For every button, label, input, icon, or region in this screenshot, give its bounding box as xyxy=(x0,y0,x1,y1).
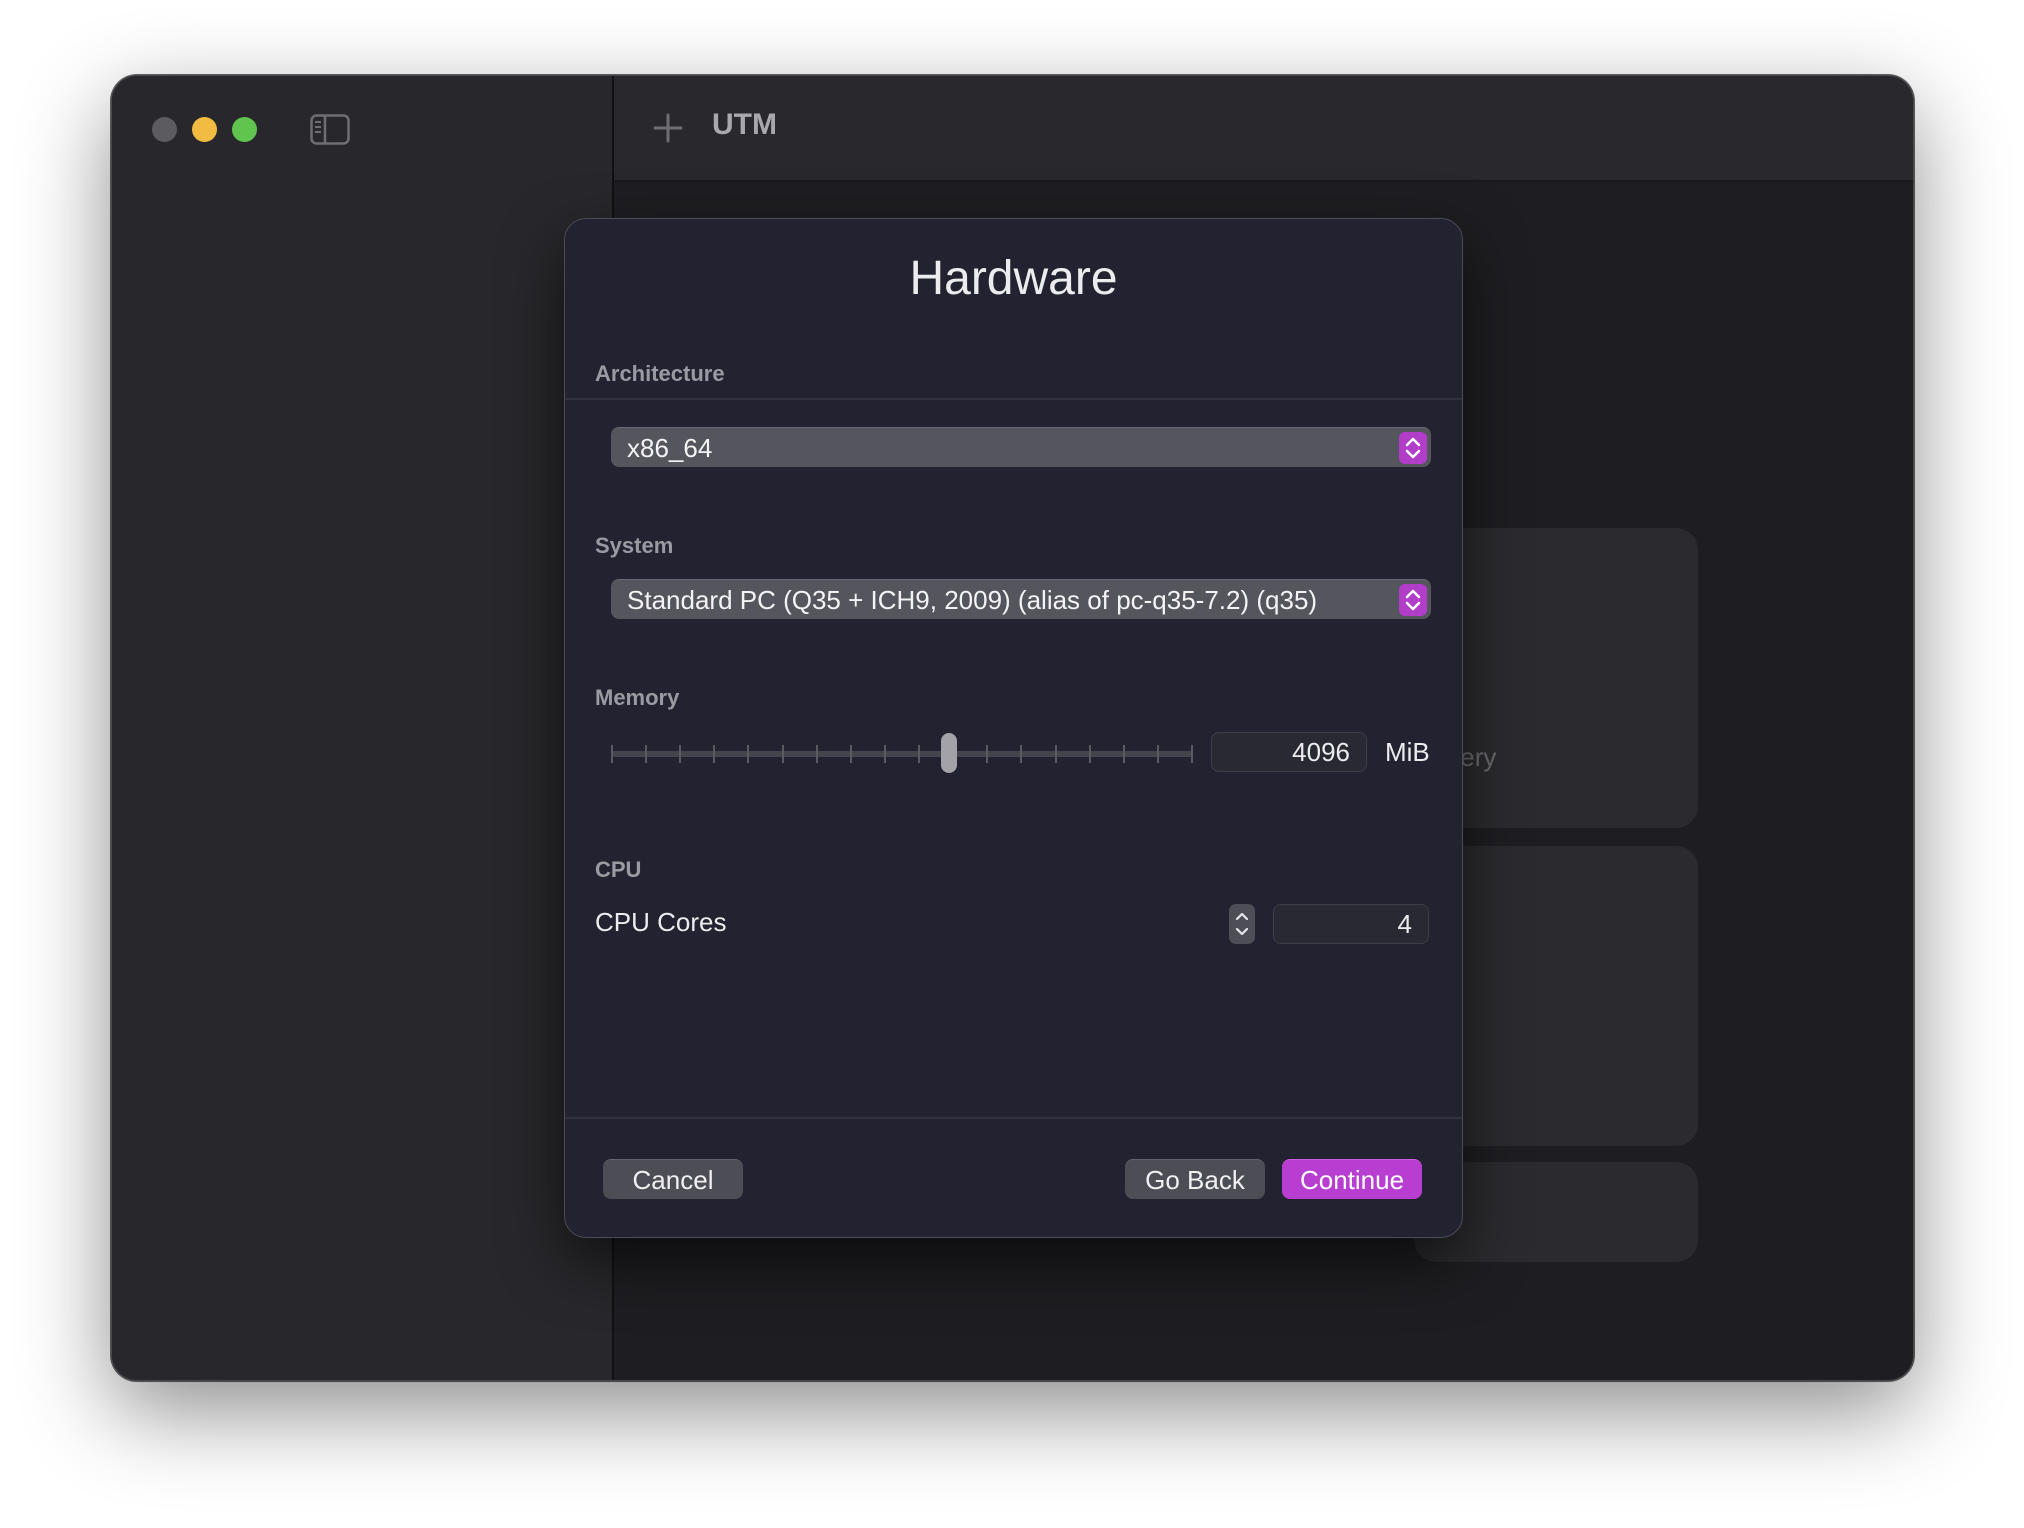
architecture-popup[interactable]: x86_64 xyxy=(611,427,1431,467)
window-close-button[interactable] xyxy=(152,117,177,142)
window-zoom-button[interactable] xyxy=(232,117,257,142)
memory-slider-tick xyxy=(611,745,613,763)
memory-slider-tick xyxy=(849,745,852,763)
memory-slider[interactable] xyxy=(611,751,1193,757)
cpu-cores-field[interactable]: 4 xyxy=(1273,904,1429,944)
go-back-button[interactable]: Go Back xyxy=(1125,1159,1265,1199)
utm-window: UTM Gallery t Hardware Architecture x86_… xyxy=(111,75,1914,1381)
app-title: UTM xyxy=(712,108,777,141)
cancel-button[interactable]: Cancel xyxy=(603,1159,743,1199)
architecture-popup-value: x86_64 xyxy=(627,433,713,463)
memory-unit-label: MiB xyxy=(1385,737,1430,767)
memory-slider-tick xyxy=(815,745,818,763)
cpu-cores-label: CPU Cores xyxy=(595,907,727,937)
architecture-section-label: Architecture xyxy=(595,361,725,386)
memory-slider-tick xyxy=(883,745,886,763)
memory-slider-tick xyxy=(747,745,750,763)
chevron-up-down-icon xyxy=(1399,584,1427,616)
footer-divider xyxy=(565,1117,1462,1119)
memory-slider-tick xyxy=(1020,745,1023,763)
cpu-section-label: CPU xyxy=(595,857,642,882)
memory-slider-tick xyxy=(713,745,716,763)
memory-slider-tick xyxy=(1191,745,1193,763)
cpu-cores-stepper[interactable] xyxy=(1229,904,1255,944)
memory-slider-tick xyxy=(918,745,921,763)
system-popup[interactable]: Standard PC (Q35 + ICH9, 2009) (alias of… xyxy=(611,579,1431,619)
memory-value-field[interactable]: 4096 xyxy=(1211,732,1367,772)
memory-slider-tick xyxy=(781,745,784,763)
memory-slider-tick xyxy=(679,745,682,763)
plus-icon[interactable] xyxy=(652,112,684,144)
memory-slider-tick xyxy=(1156,745,1159,763)
memory-slider-tick xyxy=(1054,745,1057,763)
window-minimize-button[interactable] xyxy=(192,117,217,142)
memory-section-label: Memory xyxy=(595,685,680,710)
memory-slider-tick xyxy=(645,745,648,763)
continue-button[interactable]: Continue xyxy=(1282,1159,1422,1199)
memory-slider-knob[interactable] xyxy=(940,733,957,773)
main-toolbar: UTM xyxy=(614,76,1913,182)
sidebar xyxy=(112,76,614,1380)
dialog-title: Hardware xyxy=(909,252,1118,305)
chevron-up-down-icon xyxy=(1235,912,1249,936)
memory-slider-tick xyxy=(1122,745,1125,763)
chevron-up-down-icon xyxy=(1399,432,1427,464)
sidebar-toggle-icon[interactable] xyxy=(310,114,350,145)
memory-slider-tick xyxy=(1088,745,1091,763)
memory-slider-tick xyxy=(986,745,989,763)
section-divider xyxy=(565,398,1462,400)
system-section-label: System xyxy=(595,533,674,558)
hardware-dialog: Hardware Architecture x86_64 System Stan… xyxy=(564,218,1463,1238)
system-popup-value: Standard PC (Q35 + ICH9, 2009) (alias of… xyxy=(627,585,1318,615)
